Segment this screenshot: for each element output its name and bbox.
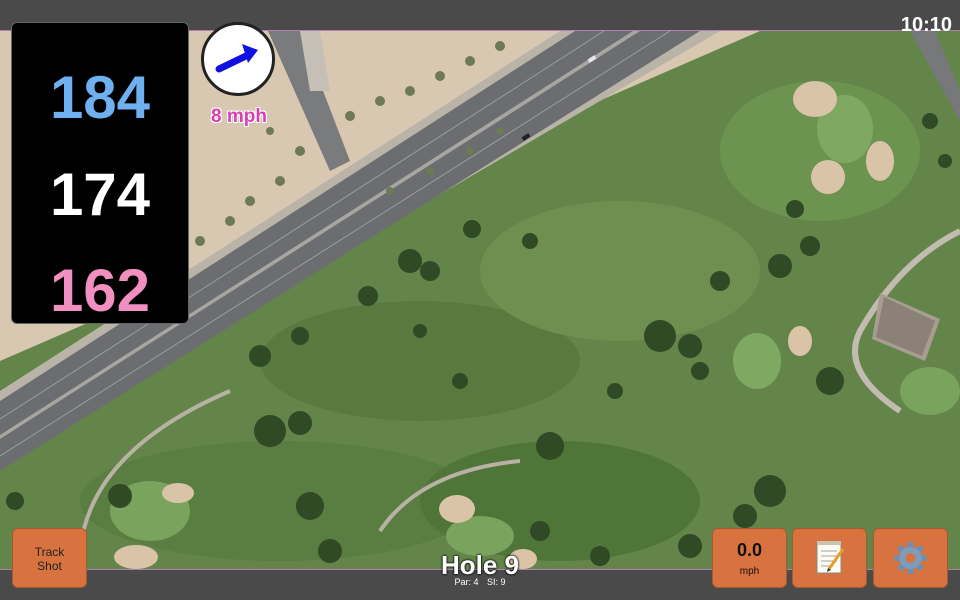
speed-unit: mph xyxy=(739,566,760,577)
hole-stroke-index: SI: 9 xyxy=(487,577,506,587)
wind-indicator xyxy=(201,22,275,96)
notepad-icon xyxy=(816,541,845,574)
middle-distance: 174 xyxy=(49,161,151,228)
hole-info: Par: 4 SI: 9 xyxy=(400,577,560,587)
front-distance: 162 xyxy=(49,257,151,324)
distance-panel: 184 174 162 xyxy=(11,22,189,324)
gear-icon xyxy=(894,542,927,574)
track-shot-label-line2: Shot xyxy=(37,559,62,573)
arrow-up-right-icon xyxy=(215,44,258,73)
speed-value: 0.0 xyxy=(736,540,763,560)
track-shot-label-line1: Track xyxy=(34,545,65,559)
clock-time: 10:10 xyxy=(900,14,952,36)
track-shot-button[interactable]: Track Shot xyxy=(12,528,87,588)
settings-button[interactable] xyxy=(873,528,948,588)
speed-button[interactable]: 0.0 mph xyxy=(712,528,787,588)
back-distance: 184 xyxy=(49,64,151,131)
hole-par: Par: 4 xyxy=(454,577,479,587)
wind-speed-label: 8 mph xyxy=(211,106,267,127)
notes-button[interactable] xyxy=(792,528,867,588)
